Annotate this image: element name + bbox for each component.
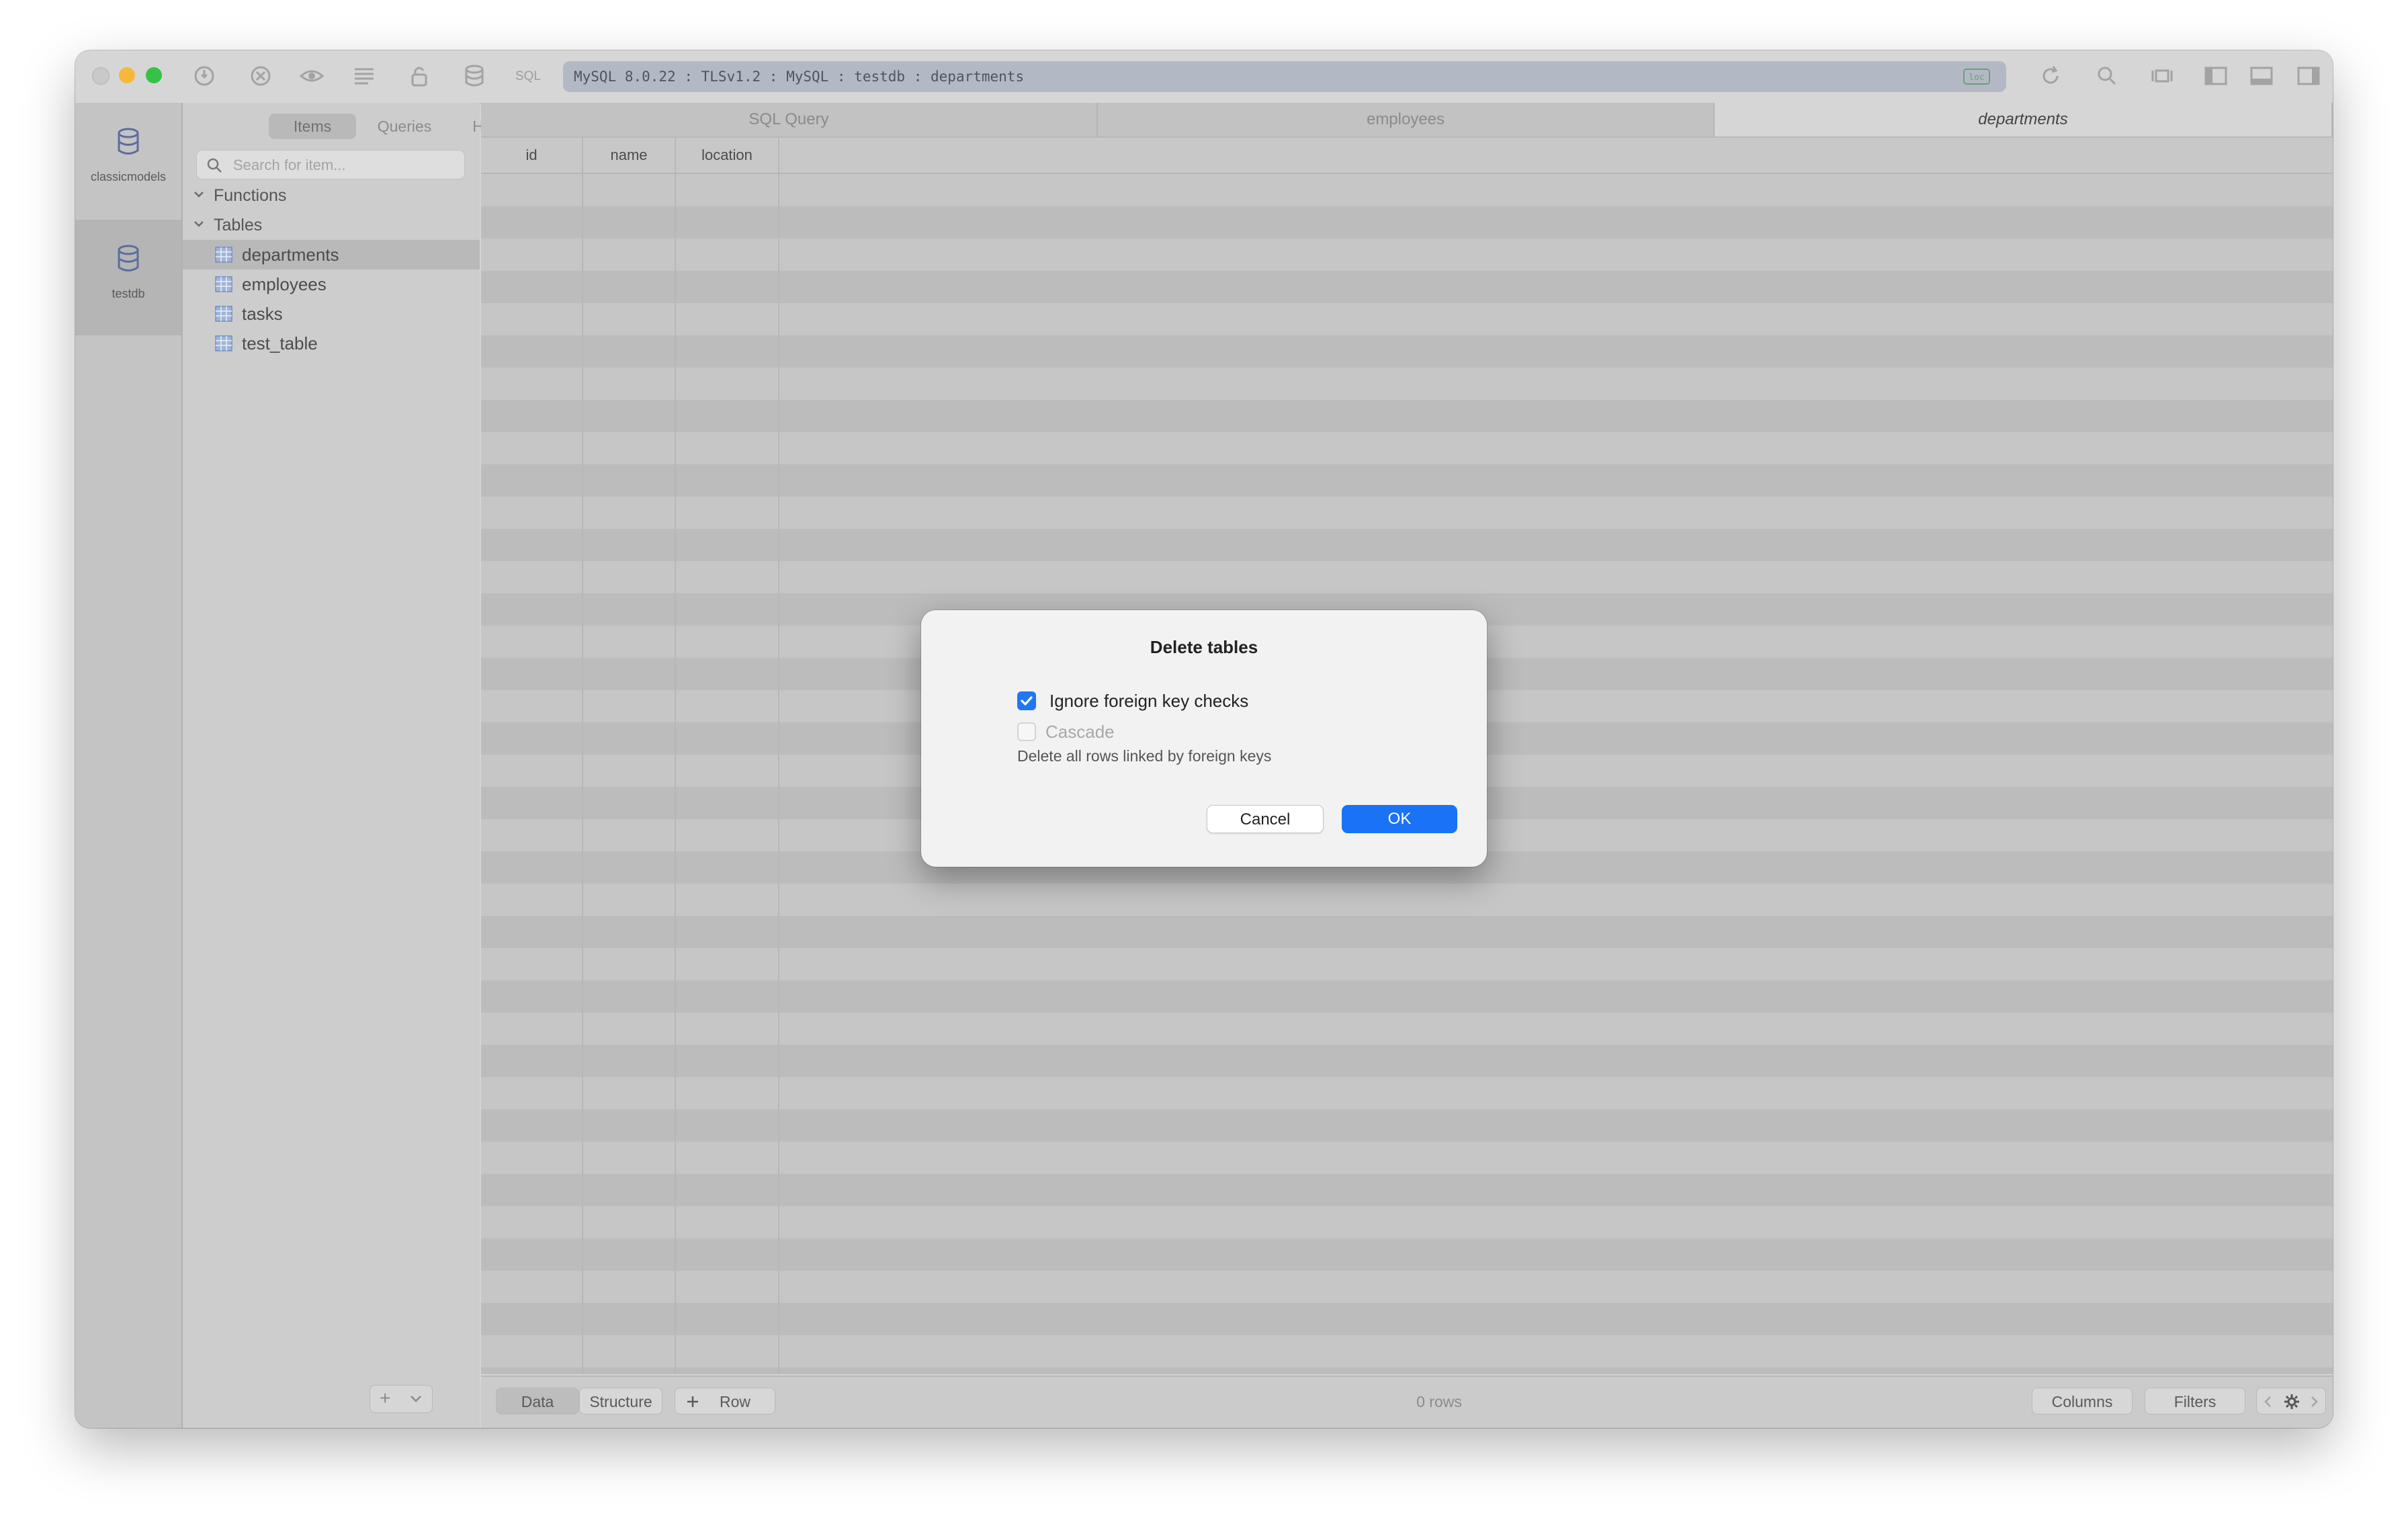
connection-icon[interactable] xyxy=(191,62,218,89)
toggle-left-panel-icon[interactable] xyxy=(2202,62,2229,89)
plus-icon xyxy=(687,1396,698,1407)
structure-view-button[interactable]: Structure xyxy=(579,1388,662,1414)
chevron-down-icon xyxy=(192,217,206,230)
split-view-icon[interactable] xyxy=(2149,62,2176,89)
table-icon xyxy=(215,247,232,263)
segment-items[interactable]: Items xyxy=(269,114,356,139)
connection-address-bar[interactable]: MySQL 8.0.22 : TLSv1.2 : MySQL : testdb … xyxy=(563,61,2006,92)
tab-employees[interactable]: employees xyxy=(1098,103,1715,136)
tree-group-label: Functions xyxy=(214,186,287,205)
table-item-label: test_table xyxy=(242,333,318,353)
database-icon xyxy=(118,128,139,155)
filters-button[interactable]: Filters xyxy=(2145,1388,2245,1414)
ignore-foreign-key-checkbox[interactable] xyxy=(1017,691,1036,710)
database-rail: classicmodels testdb xyxy=(75,103,183,1428)
table-item-label: employees xyxy=(242,274,327,294)
chevron-down-icon[interactable] xyxy=(409,1394,423,1404)
add-row-label: Row xyxy=(720,1393,751,1410)
zoom-window-button[interactable] xyxy=(146,67,162,83)
checkmark-icon xyxy=(1021,696,1033,706)
search-box xyxy=(196,150,465,180)
chevron-right-icon[interactable] xyxy=(2308,1395,2320,1408)
tab-sql-query[interactable]: SQL Query xyxy=(481,103,1098,136)
table-item-label: tasks xyxy=(242,304,283,324)
pagination-controls xyxy=(2256,1388,2326,1414)
tree-group-label: Tables xyxy=(214,216,263,235)
sql-editor-button[interactable]: SQL xyxy=(515,65,542,88)
gear-icon[interactable] xyxy=(2284,1394,2300,1410)
table-item-label: departments xyxy=(242,245,339,265)
toolbar: SQL MySQL 8.0.22 : TLSv1.2 : MySQL : tes… xyxy=(75,50,2333,104)
database-item-classicmodels[interactable]: classicmodels xyxy=(75,103,181,218)
chevron-down-icon xyxy=(192,187,206,201)
preview-eye-icon[interactable] xyxy=(298,62,325,89)
delete-tables-dialog: Delete tables Ignore foreign key checks … xyxy=(921,610,1487,867)
minimize-window-button[interactable] xyxy=(119,67,135,83)
cascade-checkbox[interactable] xyxy=(1017,722,1036,741)
cancel-button[interactable]: Cancel xyxy=(1207,805,1324,833)
close-window-button[interactable] xyxy=(92,67,110,85)
column-header-name[interactable]: name xyxy=(583,138,676,173)
column-divider xyxy=(778,138,779,1374)
search-input[interactable] xyxy=(232,151,456,180)
tab-departments[interactable]: departments xyxy=(1715,103,2333,136)
stop-icon[interactable] xyxy=(247,62,274,89)
connection-status-badge: loc xyxy=(1963,69,1990,85)
table-item-departments[interactable]: departments xyxy=(183,240,480,269)
database-icon xyxy=(118,245,139,271)
toggle-right-panel-icon[interactable] xyxy=(2295,62,2322,89)
column-divider xyxy=(675,138,676,1374)
lock-icon[interactable] xyxy=(406,62,433,89)
database-label: testdb xyxy=(112,287,145,300)
column-header-location[interactable]: location xyxy=(676,138,779,173)
add-row-button[interactable]: Row xyxy=(675,1388,775,1414)
table-icon xyxy=(215,335,232,351)
row-count: 0 rows xyxy=(1416,1393,1462,1410)
search-icon xyxy=(207,158,222,173)
dialog-title: Delete tables xyxy=(1150,637,1258,657)
search-icon[interactable] xyxy=(2094,62,2120,89)
table-item-tasks[interactable]: tasks xyxy=(183,299,480,329)
segment-queries[interactable]: Queries xyxy=(361,114,448,139)
column-header-id[interactable]: id xyxy=(481,138,583,173)
toggle-bottom-panel-icon[interactable] xyxy=(2248,62,2275,89)
list-icon[interactable] xyxy=(351,62,378,89)
database-icon[interactable] xyxy=(461,62,488,89)
table-icon xyxy=(215,306,232,322)
sidebar: Items Queries History Functions Tables d… xyxy=(183,103,521,1428)
add-item-button[interactable]: + xyxy=(370,1385,433,1413)
table-icon xyxy=(215,276,232,292)
database-item-testdb[interactable]: testdb xyxy=(75,220,181,335)
chevron-left-icon[interactable] xyxy=(2262,1395,2274,1408)
ok-button[interactable]: OK xyxy=(1342,805,1457,833)
tree-group-tables[interactable]: Tables xyxy=(183,212,480,239)
refresh-icon[interactable] xyxy=(2037,62,2064,89)
table-item-employees[interactable]: employees xyxy=(183,269,480,299)
grid-header: id name location xyxy=(481,138,2333,174)
cascade-label: Cascade xyxy=(1045,722,1115,742)
add-icon: + xyxy=(380,1388,391,1408)
connection-info-text: MySQL 8.0.22 : TLSv1.2 : MySQL : testdb … xyxy=(574,69,1025,85)
column-divider xyxy=(582,138,583,1374)
bottom-bar: Data Structure Row 0 rows Columns Filter… xyxy=(481,1375,2333,1428)
ignore-foreign-key-label[interactable]: Ignore foreign key checks xyxy=(1049,691,1248,712)
columns-button[interactable]: Columns xyxy=(2032,1388,2133,1414)
cascade-description: Delete all rows linked by foreign keys xyxy=(1017,747,1272,765)
table-item-test-table[interactable]: test_table xyxy=(183,329,480,358)
tree-group-functions[interactable]: Functions xyxy=(183,182,480,209)
data-view-button[interactable]: Data xyxy=(496,1388,579,1414)
tab-bar: SQL Query employees departments xyxy=(481,103,2333,138)
database-label: classicmodels xyxy=(90,170,167,183)
